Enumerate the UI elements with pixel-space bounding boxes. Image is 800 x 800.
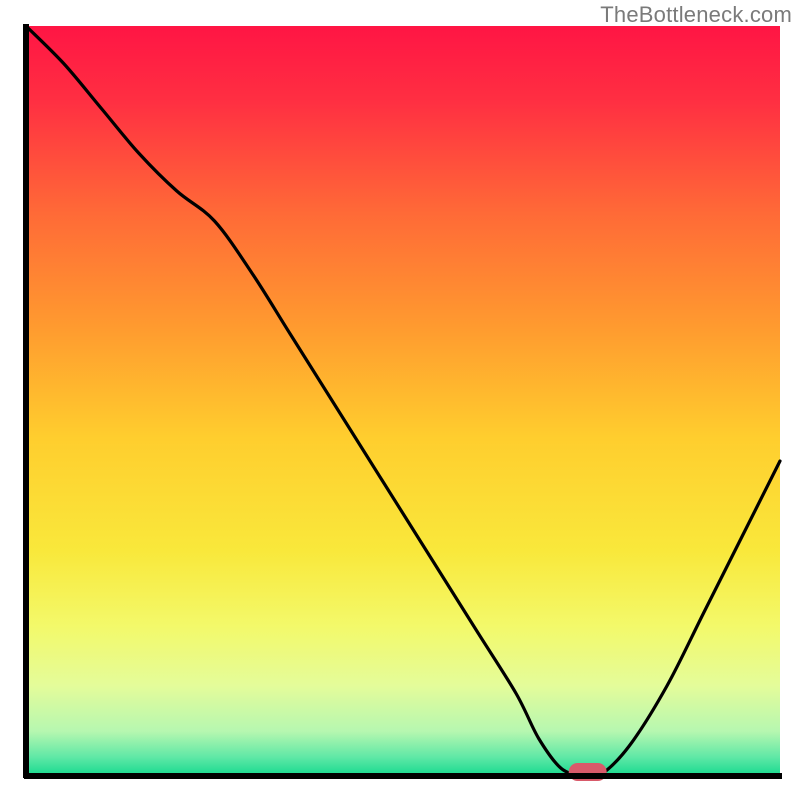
watermark-text: TheBottleneck.com — [600, 2, 792, 28]
bottleneck-chart — [0, 0, 800, 800]
heatmap-background — [26, 26, 780, 776]
